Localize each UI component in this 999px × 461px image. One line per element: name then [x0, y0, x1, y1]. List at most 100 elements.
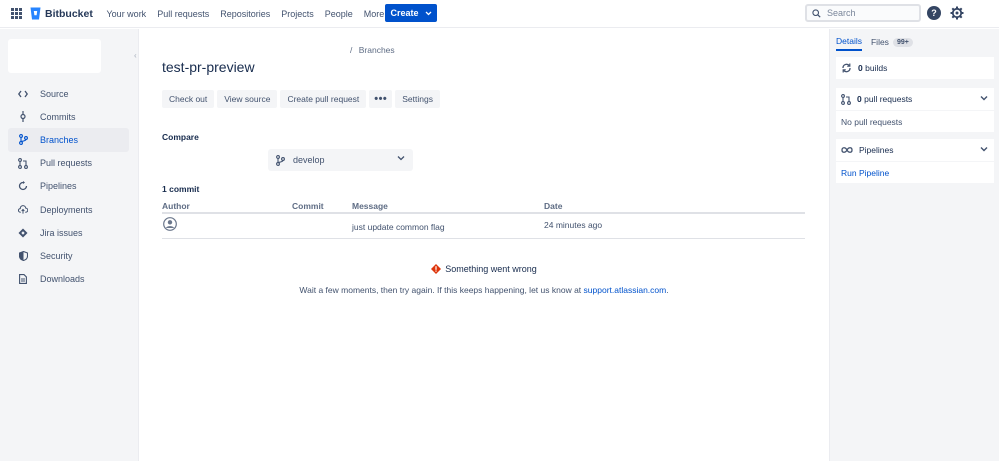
repository-sidebar: ‹ Source Commits Branches Pull requests … [0, 29, 139, 461]
pull-requests-count: 0 [857, 94, 862, 104]
commit-date: 24 minutes ago [544, 220, 603, 230]
sidebar-nav: Source Commits Branches Pull requests Pi… [8, 82, 129, 291]
pipelines-label: Pipelines [859, 145, 894, 155]
column-author: Author [162, 201, 190, 211]
jira-icon [18, 228, 28, 238]
pull-requests-card: 0 pull requests No pull requests [836, 88, 994, 132]
sidebar-item-branches[interactable]: Branches [8, 128, 129, 152]
avatar-icon[interactable] [163, 217, 177, 231]
table-row[interactable]: just update common flag 24 minutes ago [162, 214, 805, 239]
no-pull-requests-text: No pull requests [836, 110, 994, 132]
main-content: / Branches test-pr-preview Check out Vie… [140, 29, 828, 461]
chevron-down-icon [425, 11, 431, 15]
details-tabs: Details Files 99+ [836, 36, 913, 51]
builds-card: 0 builds [836, 57, 994, 79]
tab-details[interactable]: Details [836, 36, 862, 51]
check-out-button[interactable]: Check out [162, 90, 215, 108]
sidebar-item-commits[interactable]: Commits [8, 105, 129, 128]
nav-projects[interactable]: Projects [276, 9, 320, 19]
commit-icon [18, 111, 28, 123]
code-icon [18, 89, 28, 99]
breadcrumb-branches[interactable]: Branches [359, 45, 395, 55]
bitbucket-logo-icon [30, 7, 41, 20]
sidebar-item-label: Jira issues [40, 227, 83, 238]
sidebar-item-label: Downloads [40, 274, 85, 285]
bitbucket-logo[interactable]: Bitbucket [30, 7, 93, 20]
builds-icon [842, 63, 851, 73]
error-message-block: Something went wrong Wait a few moments,… [140, 264, 828, 295]
run-pipeline-link[interactable]: Run Pipeline [836, 161, 994, 183]
error-description-text: Wait a few moments, then try again. If t… [299, 285, 582, 295]
nav-your-work[interactable]: Your work [101, 9, 152, 19]
support-link[interactable]: support.atlassian.com [584, 285, 667, 295]
commit-message[interactable]: just update common flag [352, 222, 445, 232]
top-navigation: Bitbucket Your work Pull requests Reposi… [0, 0, 999, 28]
document-icon [18, 274, 28, 285]
cloud-upload-icon [18, 205, 28, 215]
commits-table: Author Commit Message Date just update c… [162, 198, 805, 239]
collapse-sidebar-icon[interactable]: ‹ [134, 51, 137, 60]
pull-request-icon [841, 93, 851, 105]
builds-label: builds [865, 63, 888, 73]
files-count-badge: 99+ [892, 37, 913, 47]
repository-header[interactable] [8, 39, 101, 73]
details-panel: Details Files 99+ 0 builds 0 pull reques… [829, 29, 999, 461]
search-input[interactable] [827, 8, 917, 18]
sidebar-item-jira-issues[interactable]: Jira issues [8, 221, 129, 244]
nav-people[interactable]: People [319, 9, 358, 19]
sidebar-item-pipelines[interactable]: Pipelines [8, 175, 129, 198]
nav-repositories[interactable]: Repositories [215, 9, 276, 19]
search-box[interactable] [805, 4, 921, 22]
pipelines-icon [841, 147, 853, 153]
branch-actions: Check out View source Create pull reques… [162, 90, 440, 108]
error-title-text: Something went wrong [445, 264, 537, 274]
create-pull-request-button[interactable]: Create pull request [280, 90, 367, 108]
nav-pull-requests[interactable]: Pull requests [152, 9, 215, 19]
error-title: Something went wrong [140, 264, 828, 274]
pull-requests-label: pull requests [864, 94, 913, 104]
sidebar-item-label: Pull requests [40, 158, 93, 169]
branch-icon [276, 154, 285, 166]
sidebar-item-label: Pipelines [40, 181, 77, 192]
tab-files-label: Files [870, 37, 889, 47]
page-title: test-pr-preview [162, 59, 255, 75]
breadcrumb: / Branches [350, 45, 395, 55]
sidebar-item-downloads[interactable]: Downloads [8, 268, 129, 291]
builds-count: 0 [858, 63, 863, 73]
pull-requests-row[interactable]: 0 pull requests [836, 88, 994, 110]
sidebar-item-source[interactable]: Source [8, 82, 129, 105]
branch-icon [18, 134, 28, 146]
create-button[interactable]: Create [385, 4, 437, 22]
column-date: Date [544, 201, 563, 211]
sidebar-item-security[interactable]: Security [8, 244, 129, 267]
pipelines-card: Pipelines Run Pipeline [836, 139, 994, 183]
compare-label: Compare [162, 132, 199, 142]
pipelines-row[interactable]: Pipelines [836, 139, 994, 161]
column-commit: Commit [292, 201, 324, 211]
settings-gear-icon[interactable] [950, 6, 964, 20]
create-button-label: Create [390, 8, 419, 18]
search-icon [812, 8, 821, 18]
branch-selector[interactable]: develop [268, 149, 413, 171]
sidebar-item-label: Source [40, 88, 69, 99]
sidebar-item-label: Commits [40, 111, 76, 122]
sidebar-item-pull-requests[interactable]: Pull requests [8, 152, 129, 175]
help-icon[interactable]: ? [927, 6, 941, 20]
sidebar-item-label: Security [40, 250, 73, 261]
pipelines-icon [18, 181, 28, 191]
tab-files[interactable]: Files 99+ [871, 36, 913, 51]
chevron-down-icon[interactable] [980, 146, 988, 152]
chevron-down-icon [397, 156, 405, 161]
sidebar-item-deployments[interactable]: Deployments [8, 198, 129, 221]
settings-button[interactable]: Settings [395, 90, 440, 108]
more-actions-icon[interactable]: ••• [369, 90, 393, 108]
sidebar-item-label: Branches [40, 134, 79, 145]
nav-more-label: More [363, 9, 385, 19]
builds-row[interactable]: 0 builds [836, 57, 994, 79]
view-source-button[interactable]: View source [217, 90, 278, 108]
error-icon [431, 264, 442, 274]
table-header: Author Commit Message Date [162, 198, 805, 214]
app-switcher-icon[interactable] [11, 8, 22, 19]
sidebar-item-label: Deployments [40, 204, 93, 215]
chevron-down-icon[interactable] [980, 95, 988, 101]
